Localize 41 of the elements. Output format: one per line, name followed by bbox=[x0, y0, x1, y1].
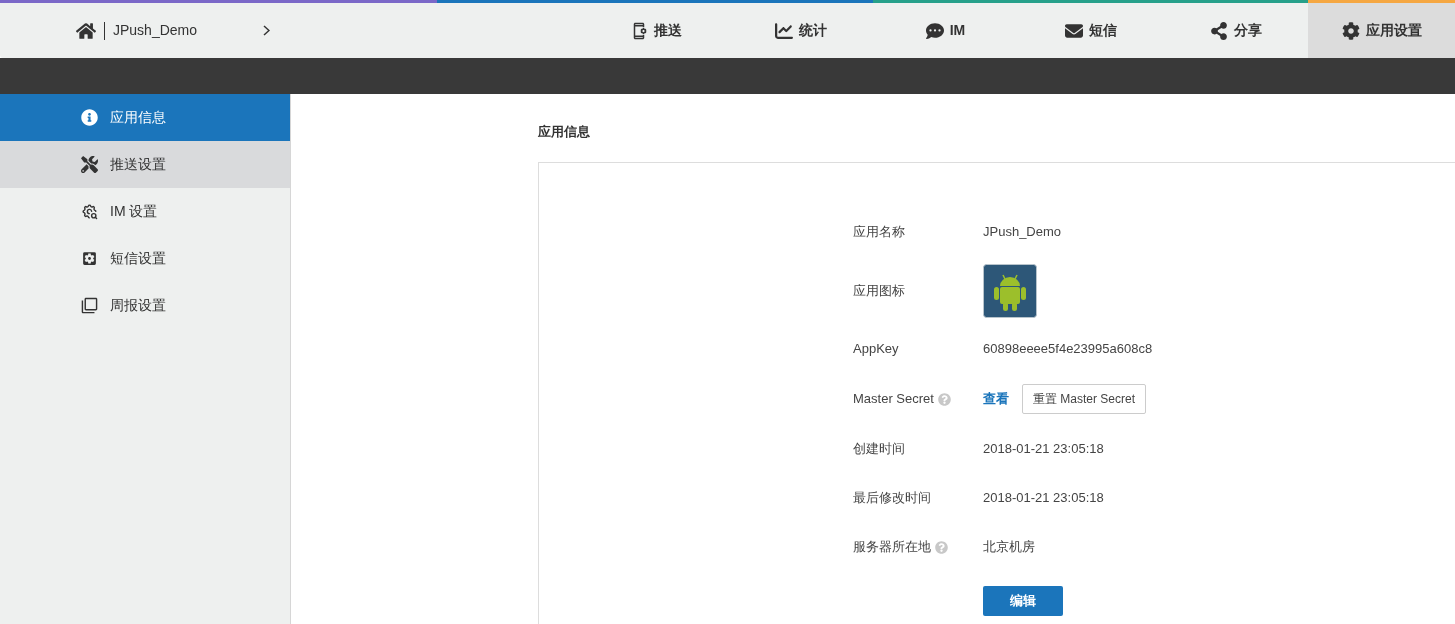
nav-tab[interactable]: 短信 bbox=[1018, 3, 1163, 58]
edit-button[interactable]: 编辑 bbox=[983, 585, 1063, 616]
field-label: 最后修改时间 bbox=[853, 489, 931, 508]
field-value: 2018-01-21 23:05:18 bbox=[983, 489, 1104, 508]
sidebar-item[interactable]: 短信设置 bbox=[0, 235, 290, 282]
sidebar-item[interactable]: IM 设置 bbox=[0, 188, 290, 235]
field-label: 服务器所在地 bbox=[853, 538, 931, 557]
nav-tab[interactable]: 统计 bbox=[728, 3, 873, 58]
field-label: 应用图标 bbox=[853, 281, 905, 300]
reset-secret-button[interactable]: 重置 Master Secret bbox=[1022, 384, 1147, 414]
share-icon bbox=[1209, 21, 1228, 40]
gear-icon bbox=[1341, 21, 1360, 40]
gear-search-icon bbox=[81, 203, 98, 220]
field-value: 60898eeee5f4e23995a608c8 bbox=[983, 340, 1153, 359]
stacked-squares-icon bbox=[81, 297, 98, 314]
field-label: AppKey bbox=[853, 340, 899, 359]
sidebar-item[interactable]: 推送设置 bbox=[0, 141, 290, 188]
chevron-right-icon[interactable] bbox=[263, 25, 271, 36]
field-value: JPush_Demo bbox=[983, 223, 1062, 242]
nav-tab[interactable]: 应用设置 bbox=[1308, 3, 1455, 58]
info-icon bbox=[81, 109, 98, 126]
tools-icon bbox=[81, 156, 98, 173]
field-value: 2018-01-21 23:05:18 bbox=[983, 440, 1104, 459]
chart-icon bbox=[774, 21, 793, 40]
nav-tab[interactable]: IM bbox=[873, 3, 1018, 58]
field-label: Master Secret bbox=[853, 390, 934, 409]
android-app-icon bbox=[983, 263, 1037, 318]
sidebar-item[interactable]: 周报设置 bbox=[0, 282, 290, 329]
envelope-icon bbox=[1064, 21, 1083, 40]
sidebar-item[interactable]: 应用信息 bbox=[0, 94, 290, 141]
nav-tab[interactable]: 推送 bbox=[583, 3, 728, 58]
nav-tab[interactable]: 分享 bbox=[1163, 3, 1308, 58]
section-title: 应用信息 bbox=[538, 123, 591, 141]
field-label: 创建时间 bbox=[853, 440, 905, 459]
chat-icon bbox=[925, 21, 944, 40]
home-icon[interactable] bbox=[76, 20, 96, 41]
app-name[interactable]: JPush_Demo bbox=[113, 20, 198, 41]
field-value: 北京机房 bbox=[983, 538, 1035, 557]
gear-icon bbox=[81, 250, 98, 267]
field-label: 应用名称 bbox=[853, 223, 905, 242]
view-link[interactable]: 查看 bbox=[983, 389, 1009, 409]
